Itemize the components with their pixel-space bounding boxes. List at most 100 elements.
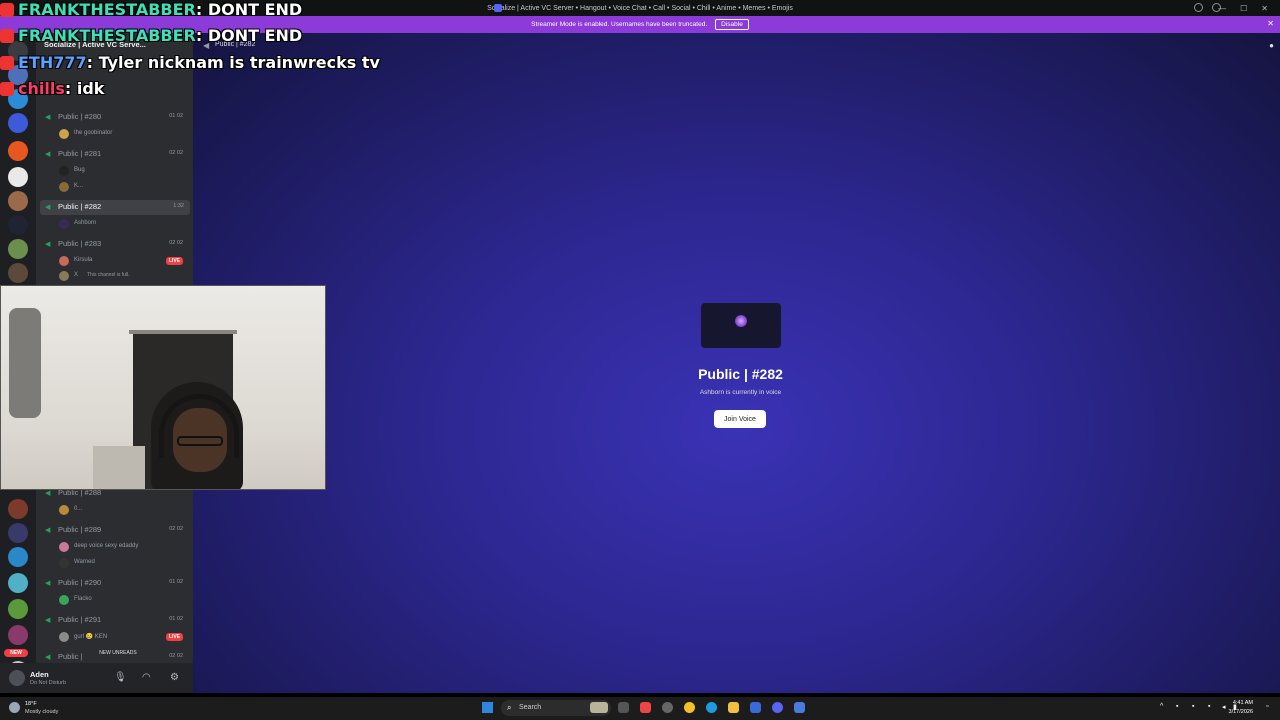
avatar — [59, 219, 69, 229]
tray-app-icon[interactable]: ▪ — [1176, 703, 1178, 710]
app-icon[interactable] — [794, 702, 805, 713]
voice-member[interactable]: Kirsula LIVE — [36, 255, 193, 268]
speaker-icon: ◀ — [45, 654, 51, 661]
server-icon[interactable] — [8, 625, 28, 645]
voice-channel-291[interactable]: ◀ Public | #291 01 02 — [36, 613, 193, 628]
server-icon[interactable] — [8, 499, 28, 519]
server-icon[interactable] — [8, 599, 28, 619]
network-icon[interactable]: ▪ — [1208, 703, 1210, 710]
server-icon[interactable] — [8, 191, 28, 211]
file-explorer-icon[interactable] — [728, 702, 739, 713]
weather-description[interactable]: Mostly cloudy — [25, 709, 58, 715]
channel-name: Public | #291 — [58, 615, 102, 624]
close-button[interactable]: ✕ — [1261, 4, 1268, 13]
headphones-icon[interactable]: ◠ — [142, 672, 151, 683]
channel-timer: 1:32 — [173, 203, 184, 209]
user-avatar[interactable] — [9, 670, 25, 686]
channel-name: Public | #281 — [58, 149, 102, 158]
chat-icon[interactable]: ● — [1269, 41, 1274, 50]
edge-icon[interactable] — [706, 702, 717, 713]
channel-name: Public | #280 — [58, 112, 102, 121]
app-icon[interactable] — [662, 702, 673, 713]
voice-channel-283[interactable]: ◀ Public | #283 02 02 — [36, 237, 193, 252]
discord-taskbar-icon[interactable] — [772, 702, 783, 713]
server-icon[interactable] — [8, 167, 28, 187]
weather-temperature[interactable]: 18°F — [25, 701, 37, 707]
overlay-chat-message: chills: idk — [0, 79, 104, 101]
settings-gear-icon[interactable]: ⚙ — [170, 672, 179, 683]
server-icon[interactable] — [8, 573, 28, 593]
discord-app-icon — [494, 4, 502, 12]
voice-channel-280[interactable]: ◀ Public | #280 01 02 — [36, 110, 193, 125]
voice-member[interactable]: Bug — [36, 165, 193, 178]
member-name: X — [74, 272, 79, 278]
voice-member[interactable]: deep voice sexy edaddy — [36, 541, 193, 554]
webcam-glasses — [177, 436, 223, 446]
voice-member[interactable]: gurl 😢 KEN LIVE — [36, 631, 193, 644]
server-icon[interactable] — [8, 215, 28, 235]
speaker-icon: ◀ — [45, 241, 51, 248]
channel-name: Public | #283 — [58, 239, 102, 248]
chat-badge-icon — [0, 29, 14, 43]
inbox-icon[interactable] — [1194, 3, 1203, 12]
member-name: K... — [74, 183, 84, 189]
voice-member[interactable]: Ashborn — [36, 218, 193, 231]
new-unreads-pill[interactable]: NEW UNREADS — [88, 648, 148, 658]
app-icon[interactable] — [750, 702, 761, 713]
join-voice-button[interactable]: Join Voice — [714, 410, 766, 428]
clock-date[interactable]: 3/17/2026 — [1229, 709, 1253, 715]
user-name: Aden — [30, 670, 49, 679]
voice-member[interactable]: K... — [36, 181, 193, 194]
server-icon[interactable] — [8, 239, 28, 259]
voice-member[interactable]: Flacko — [36, 594, 193, 607]
avatar — [59, 542, 69, 552]
windows-start-icon[interactable] — [482, 702, 493, 713]
chrome-icon[interactable] — [684, 702, 695, 713]
member-name: Flacko — [74, 596, 92, 602]
tray-app-icon[interactable]: ▪ — [1192, 703, 1194, 710]
live-badge: LIVE — [165, 633, 183, 641]
app-icon[interactable] — [640, 702, 651, 713]
member-count: 02 02 — [169, 240, 183, 246]
volume-icon[interactable]: ◂ — [1222, 703, 1226, 711]
maximize-button[interactable]: ☐ — [1240, 4, 1247, 13]
member-count: 02 02 — [169, 526, 183, 532]
channel-name: Public | — [58, 652, 83, 661]
speaker-icon: ◀ — [45, 527, 51, 534]
search-icon: ⌕ — [507, 703, 512, 712]
avatar — [59, 558, 69, 568]
voice-member[interactable]: 0... — [36, 504, 193, 517]
voice-member[interactable]: X This channel is full. — [36, 270, 193, 283]
channel-name: Public | #289 — [58, 525, 102, 534]
chat-text: : Tyler nicknam is trainwrecks tv — [86, 53, 380, 72]
voice-channel-281[interactable]: ◀ Public | #281 02 02 — [36, 147, 193, 162]
microphone-icon[interactable]: 🎙 — [114, 672, 127, 683]
avatar — [59, 256, 69, 266]
server-icon[interactable] — [8, 547, 28, 567]
minimize-button[interactable]: — — [1218, 4, 1226, 13]
heart-badge-icon — [0, 82, 14, 96]
banner-close-icon[interactable]: ✕ — [1267, 19, 1274, 28]
channel-subtitle: Ashborn is currently in voice — [699, 389, 782, 396]
speaker-icon: ◀ — [45, 151, 51, 158]
speaker-icon: ◀ — [45, 114, 51, 121]
weather-cloud-icon[interactable] — [9, 702, 20, 713]
server-icon[interactable] — [8, 141, 28, 161]
voice-member[interactable]: the goobinator — [36, 128, 193, 141]
voice-channel-282[interactable]: ◀ Public | #282 1:32 — [40, 200, 190, 215]
channel-avatar — [735, 315, 747, 327]
avatar — [59, 505, 69, 515]
tray-chevron-icon[interactable]: ^ — [1160, 703, 1163, 710]
clock-time[interactable]: 4:41 AM — [1233, 700, 1253, 706]
disable-streamer-mode-button[interactable]: Disable — [715, 19, 749, 30]
notifications-icon[interactable]: ▫ — [1266, 703, 1268, 710]
server-icon[interactable] — [8, 523, 28, 543]
voice-member[interactable]: Warned — [36, 557, 193, 570]
server-icon[interactable] — [8, 263, 28, 283]
webcam-hanging-cloth — [9, 308, 41, 418]
chat-author: FRANKTHESTABBER — [18, 0, 196, 19]
voice-channel-289[interactable]: ◀ Public | #289 02 02 — [36, 523, 193, 538]
server-icon[interactable] — [8, 113, 28, 133]
task-view-icon[interactable] — [618, 702, 629, 713]
voice-channel-290[interactable]: ◀ Public | #290 01 02 — [36, 576, 193, 591]
